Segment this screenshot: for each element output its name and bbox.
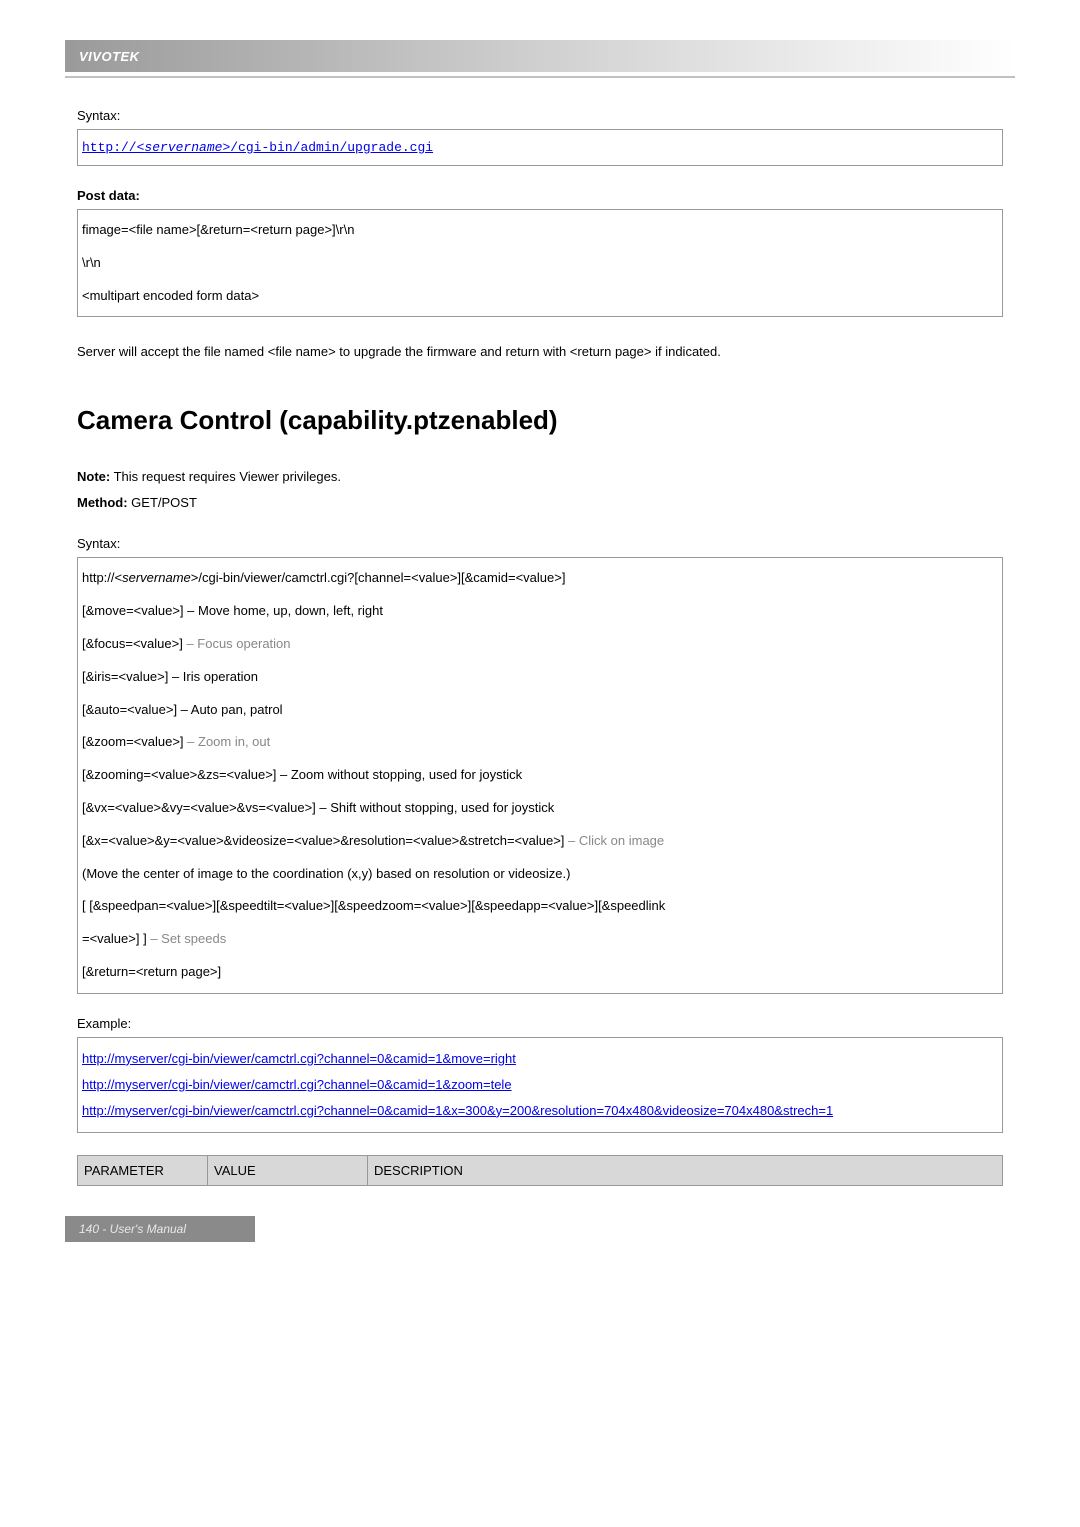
example-link[interactable]: http://myserver/cgi-bin/viewer/camctrl.c… [82, 1103, 833, 1118]
method-label: Method: [77, 495, 128, 510]
syntax-line: [&x=<value>&y=<value>&videosize=<value>&… [82, 825, 998, 858]
example-link[interactable]: http://myserver/cgi-bin/viewer/camctrl.c… [82, 1051, 516, 1066]
section-title: Camera Control (capability.ptzenabled) [77, 405, 1003, 436]
example-link[interactable]: http://myserver/cgi-bin/viewer/camctrl.c… [82, 1077, 512, 1092]
syntax-line: [&auto=<value>] – Auto pan, patrol [82, 694, 998, 727]
syntax-url[interactable]: http://<servername>/cgi-bin/admin/upgrad… [82, 140, 433, 155]
postdata-paragraph: Server will accept the file named <file … [77, 339, 1003, 365]
syntax-label-1: Syntax: [77, 108, 1003, 123]
example-box: http://myserver/cgi-bin/viewer/camctrl.c… [77, 1037, 1003, 1133]
note-label: Note: [77, 469, 110, 484]
note-text: This request requires Viewer privileges. [110, 469, 341, 484]
syntax-line: [&iris=<value>] – Iris operation [82, 661, 998, 694]
postdata-line: \r\n [82, 247, 998, 280]
postdata-box: fimage=<file name>[&return=<return page>… [77, 209, 1003, 317]
footer-page-label: 140 - User's Manual [65, 1216, 255, 1242]
parameter-table: PARAMETER VALUE DESCRIPTION [77, 1155, 1003, 1186]
syntax-codebox-1: http://<servername>/cgi-bin/admin/upgrad… [77, 129, 1003, 166]
table-header-value: VALUE [208, 1155, 368, 1185]
url-suffix: >/cgi-bin/admin/upgrade.cgi [222, 140, 433, 155]
postdata-heading: Post data: [77, 188, 1003, 203]
syntax-line: =<value>] ] – Set speeds [82, 923, 998, 956]
syntax-line: [&focus=<value>] – Focus operation [82, 628, 998, 661]
postdata-line: fimage=<file name>[&return=<return page>… [82, 214, 998, 247]
syntax-line: [&vx=<value>&vy=<value>&vs=<value>] – Sh… [82, 792, 998, 825]
method-text: GET/POST [128, 495, 197, 510]
table-header-description: DESCRIPTION [368, 1155, 1003, 1185]
syntax-line: [&move=<value>] – Move home, up, down, l… [82, 595, 998, 628]
table-header-parameter: PARAMETER [78, 1155, 208, 1185]
syntax-line: http://<servername>/cgi-bin/viewer/camct… [82, 562, 998, 595]
example-label: Example: [77, 1016, 1003, 1031]
url-prefix: http://< [82, 140, 144, 155]
header-band: VIVOTEK [65, 40, 1015, 72]
syntax-label-2: Syntax: [77, 536, 1003, 551]
note-line: Note: This request requires Viewer privi… [77, 464, 1003, 516]
syntax-parambox: http://<servername>/cgi-bin/viewer/camct… [77, 557, 1003, 993]
syntax-line: (Move the center of image to the coordin… [82, 858, 998, 891]
syntax-line: [&zooming=<value>&zs=<value>] – Zoom wit… [82, 759, 998, 792]
url-var: servername [144, 140, 222, 155]
postdata-line: <multipart encoded form data> [82, 280, 998, 313]
syntax-line: [ [&speedpan=<value>][&speedtilt=<value>… [82, 890, 998, 923]
brand-logo: VIVOTEK [79, 49, 140, 64]
header-rule [65, 76, 1015, 78]
syntax-line: [&zoom=<value>] – Zoom in, out [82, 726, 998, 759]
syntax-line: [&return=<return page>] [82, 956, 998, 989]
